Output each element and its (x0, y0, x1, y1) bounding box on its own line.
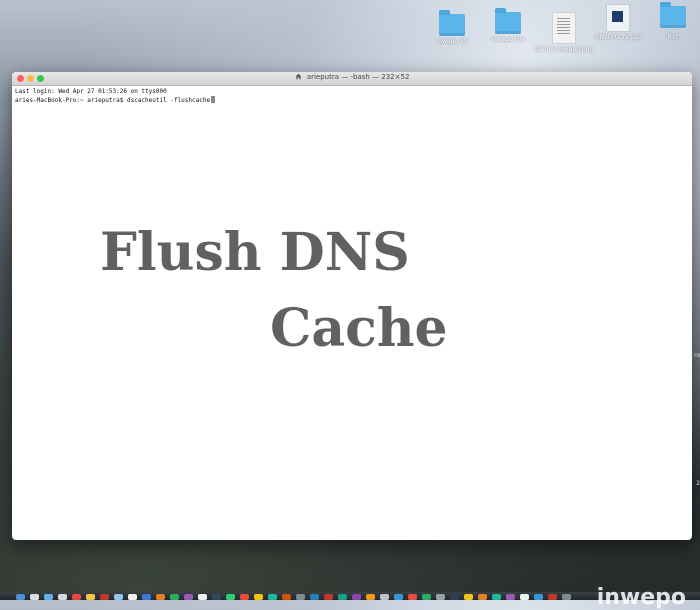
folder-icon (660, 2, 686, 28)
desktop-icon-pict[interactable]: Pict (643, 2, 700, 42)
desktop-edge-text: ro (693, 352, 700, 359)
desktop-icon-label: INWEPO TV.psd (595, 34, 641, 41)
desktop-icon-inwepo-file[interactable]: Inwepo File (478, 8, 538, 44)
terminal-window[interactable]: arieputra — -bash — 232×52 Last login: W… (12, 72, 692, 540)
dock-app-icon[interactable] (506, 594, 515, 600)
terminal-prompt-line: aries-MacBook-Pro:~ arieputra$ dscacheut… (15, 96, 689, 105)
dock-app-icon[interactable] (408, 594, 417, 600)
terminal-line: Last login: Wed Apr 27 01:53:26 on ttys0… (15, 88, 167, 95)
overlay-title-line-1: Flush DNS (100, 222, 410, 283)
dock-app-icon[interactable] (58, 594, 67, 600)
desktop-icon-inwepo-tv-psd[interactable]: INWEPO TV.psd (588, 4, 648, 42)
dock-app-icon[interactable] (296, 594, 305, 600)
dock-app-icon[interactable] (184, 594, 193, 600)
window-title: arieputra — -bash — 232×52 (306, 73, 410, 81)
psd-file-icon (606, 4, 630, 32)
dock-app-icon[interactable] (254, 594, 263, 600)
folder-icon (495, 8, 521, 34)
dock-app-icon[interactable] (240, 594, 249, 600)
terminal-output[interactable]: Last login: Wed Apr 27 01:53:26 on ttys0… (12, 86, 692, 107)
dock-app-icon[interactable] (478, 594, 487, 600)
dock-app-icon[interactable] (30, 594, 39, 600)
desktop-icon-label: Inwepo SS (436, 38, 468, 45)
dock-app-icon[interactable] (520, 594, 529, 600)
dock-app-icon[interactable] (16, 594, 25, 600)
window-title-wrap: arieputra — -bash — 232×52 (12, 73, 692, 81)
dock-app-icon[interactable] (450, 594, 459, 600)
dock-app-icon[interactable] (436, 594, 445, 600)
text-cursor (211, 96, 216, 103)
dock-app-icon[interactable] (114, 594, 123, 600)
dock-app-icon[interactable] (534, 594, 543, 600)
dock-app-icon[interactable] (380, 594, 389, 600)
dock-app-icon[interactable] (44, 594, 53, 600)
home-icon (295, 73, 301, 80)
dock-app-icon[interactable] (352, 594, 361, 600)
dock-app-icon[interactable] (86, 594, 95, 600)
dock-app-icon[interactable] (366, 594, 375, 600)
dock-app-icon[interactable] (548, 594, 557, 600)
desktop-icon-label: Inwepo File (491, 36, 525, 43)
dock-app-icon[interactable] (338, 594, 347, 600)
watermark-logo: inwepo (596, 585, 686, 610)
dock-app-icon[interactable] (268, 594, 277, 600)
dock-app-icon[interactable] (464, 594, 473, 600)
dock-app-icon[interactable] (324, 594, 333, 600)
dock-app-icon[interactable] (156, 594, 165, 600)
terminal-titlebar[interactable]: arieputra — -bash — 232×52 (12, 72, 692, 86)
desktop-edge-text: 2 (696, 480, 700, 487)
desktop-icon-banner-inwepo[interactable]: Banner inwepo.png (534, 12, 594, 54)
desktop-icon-inwepo-ss[interactable]: Inwepo SS (422, 10, 482, 46)
dock-app-icon[interactable] (282, 594, 291, 600)
dock-app-icon[interactable] (170, 594, 179, 600)
image-file-icon (552, 12, 576, 44)
overlay-title-line-2: Cache (270, 298, 448, 359)
desktop-icon-label: Pict (667, 34, 679, 41)
dock-app-icon[interactable] (72, 594, 81, 600)
dock-app-icon[interactable] (562, 594, 571, 600)
dock-app-icon[interactable] (226, 594, 235, 600)
dock (0, 592, 700, 600)
desktop-icon-label: Banner inwepo.png (534, 46, 594, 53)
dock-app-icon[interactable] (310, 594, 319, 600)
dock-app-icon[interactable] (422, 594, 431, 600)
dock-app-icon[interactable] (394, 594, 403, 600)
dock-app-icon[interactable] (100, 594, 109, 600)
folder-icon (439, 10, 465, 36)
dock-app-icon[interactable] (198, 594, 207, 600)
dock-app-icon[interactable] (212, 594, 221, 600)
dock-app-icon[interactable] (492, 594, 501, 600)
terminal-line: aries-MacBook-Pro:~ arieputra$ dscacheut… (15, 97, 211, 104)
dock-app-icon[interactable] (128, 594, 137, 600)
dock-app-icon[interactable] (142, 594, 151, 600)
